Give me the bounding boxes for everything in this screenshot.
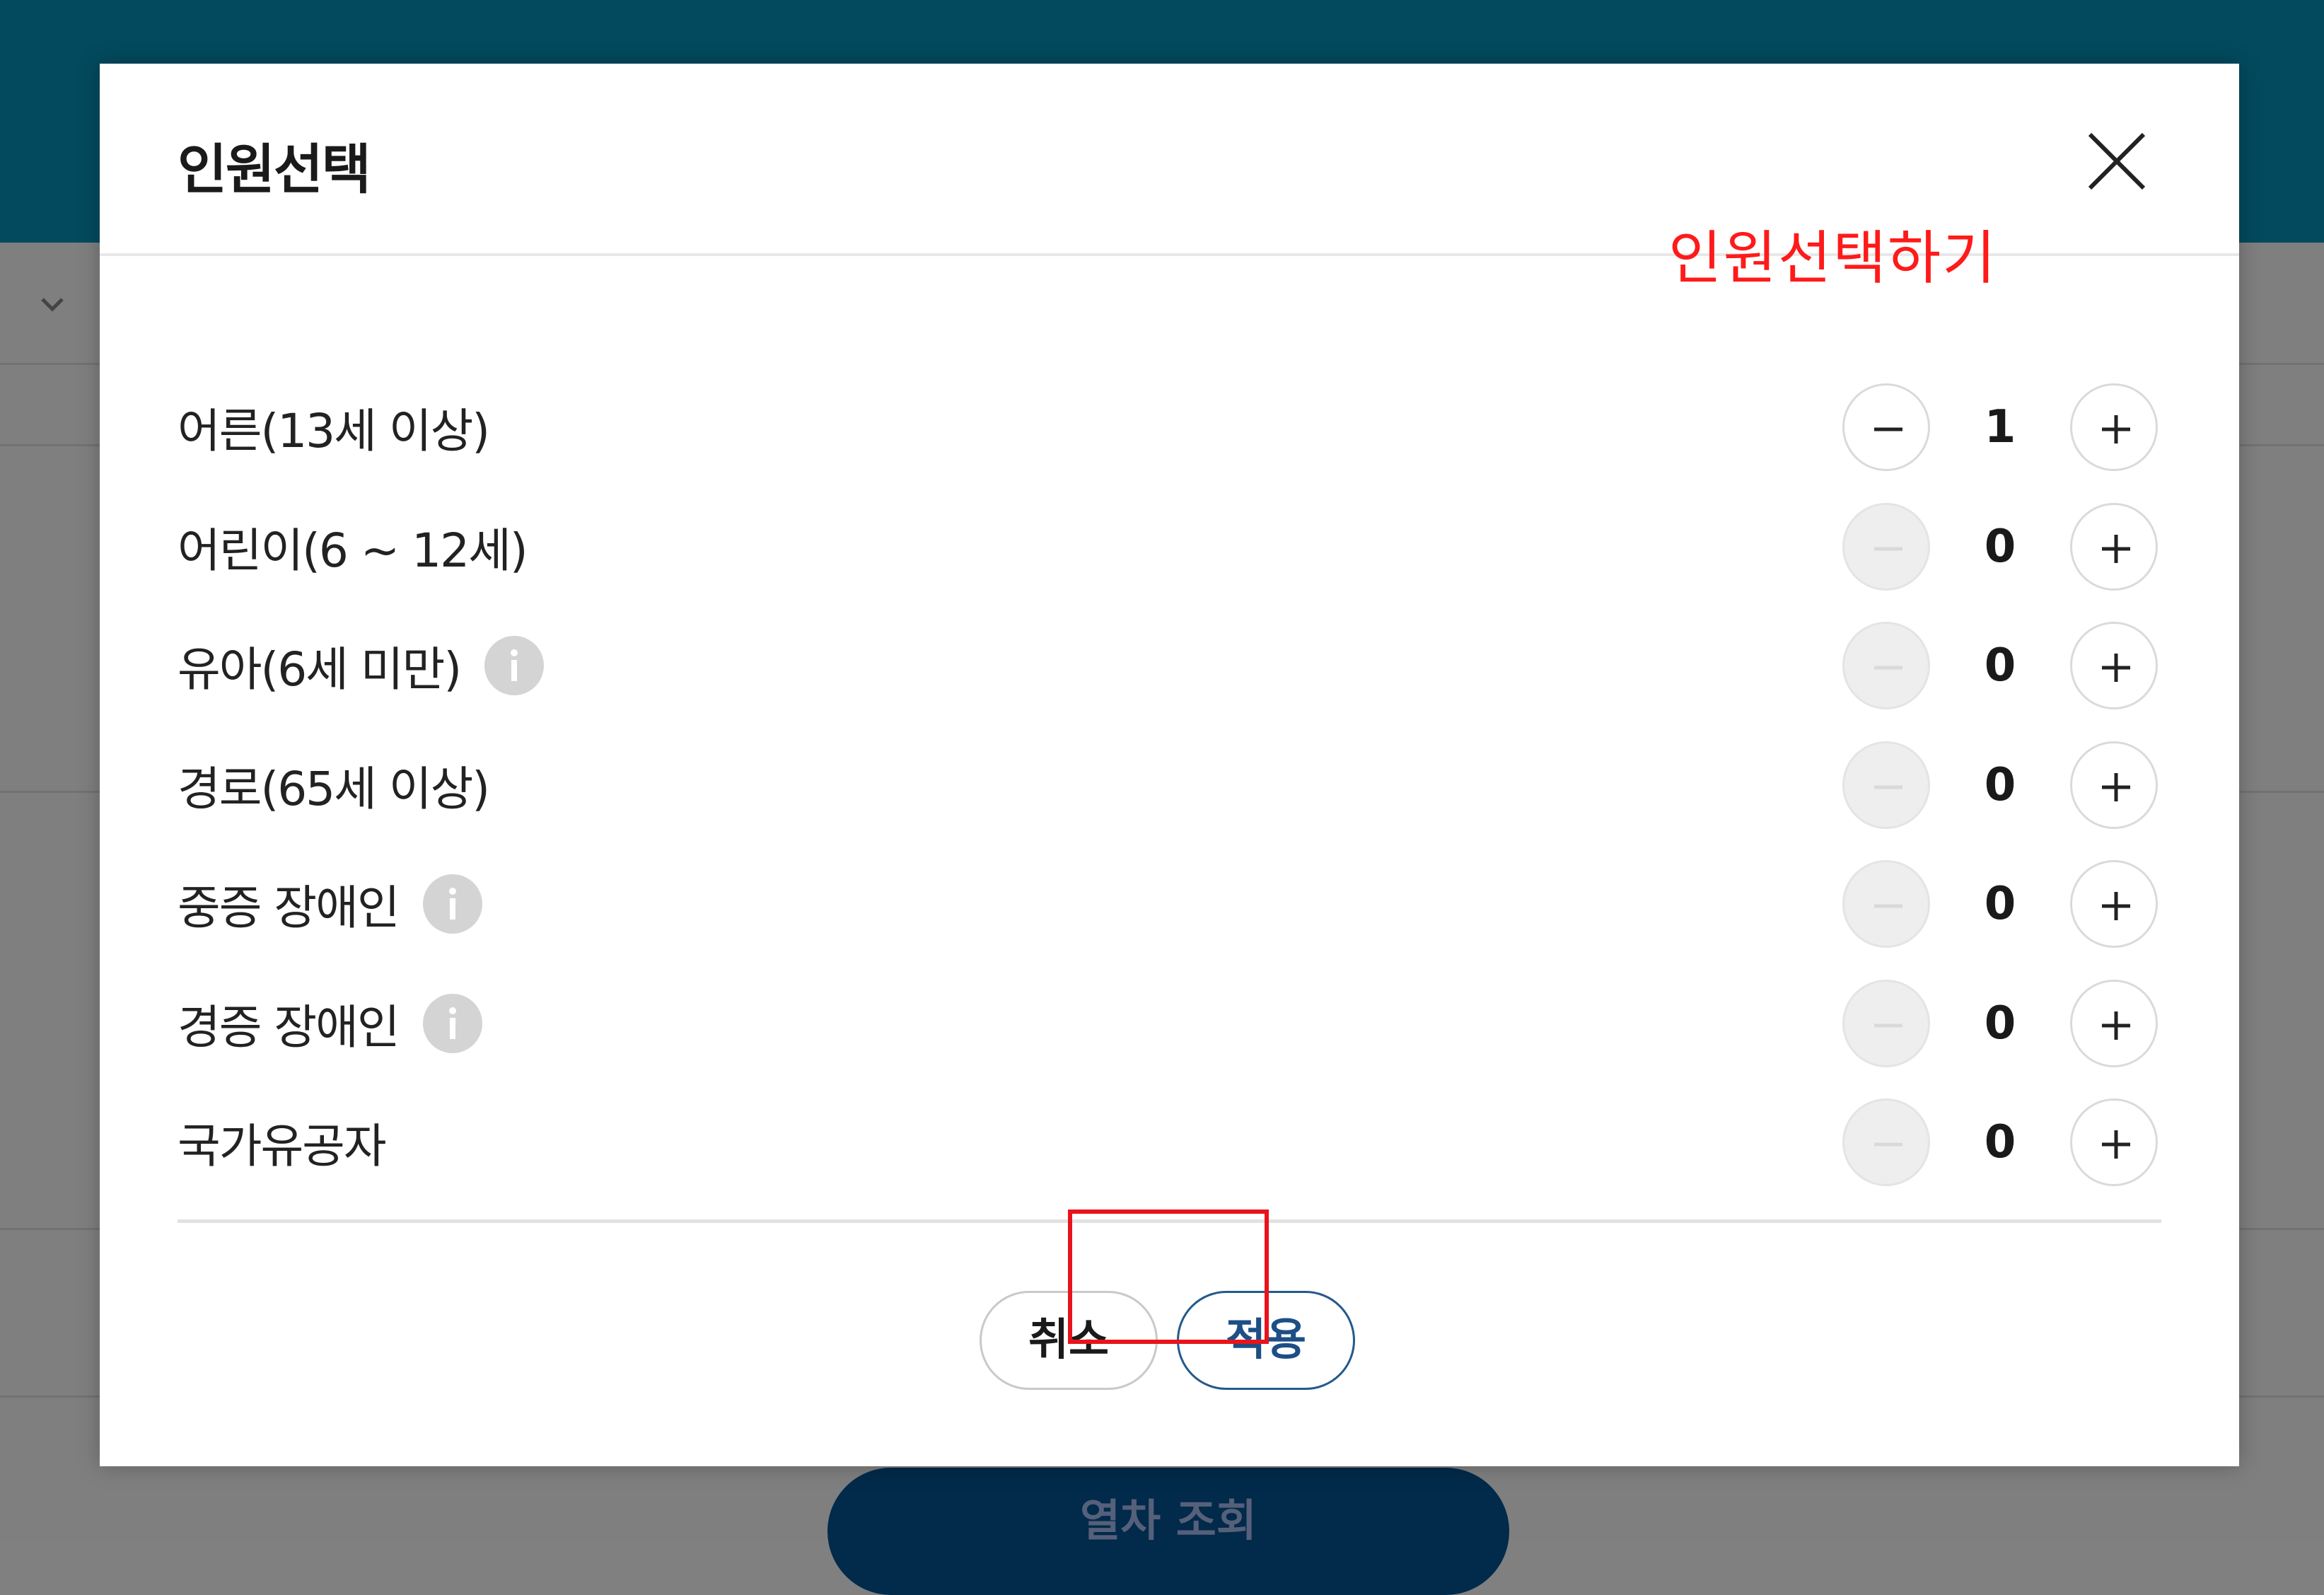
passenger-type-label: 유아(6세 미만): [178, 632, 545, 700]
passenger-count-stepper: 0: [1842, 1098, 2158, 1187]
decrease-button[interactable]: [1842, 860, 1930, 949]
passenger-type-label: 국가유공자: [178, 1108, 387, 1176]
passenger-count-value: 0: [1984, 997, 2016, 1050]
decrease-button[interactable]: [1842, 622, 1930, 710]
passenger-row: 국가유공자 0: [100, 1083, 2239, 1202]
passenger-row: 어른(13세 이상) 1: [100, 368, 2239, 487]
passenger-type-text: 경증 장애인: [178, 999, 400, 1055]
increase-button[interactable]: [2070, 741, 2158, 829]
passenger-row: 경로(65세 이상) 0: [100, 726, 2239, 845]
passenger-count-stepper: 0: [1842, 741, 2158, 829]
passenger-count-stepper: 0: [1842, 622, 2158, 710]
passenger-count-value: 0: [1984, 758, 2016, 811]
passenger-count-value: 0: [1984, 639, 2016, 692]
passenger-type-text: 유아(6세 미만): [178, 642, 462, 697]
decrease-button[interactable]: [1842, 979, 1930, 1067]
passenger-type-list: 어른(13세 이상) 1 어린이(6 ~ 12세) 0 유아(6세 미만) 0 …: [100, 368, 2239, 1202]
increase-button[interactable]: [2070, 502, 2158, 591]
increase-button[interactable]: [2070, 383, 2158, 472]
increase-button[interactable]: [2070, 979, 2158, 1067]
passenger-type-text: 경로(65세 이상): [178, 761, 490, 816]
passenger-row: 유아(6세 미만) 0: [100, 606, 2239, 726]
passenger-type-label: 어린이(6 ~ 12세): [178, 513, 528, 581]
train-search-button: 열차 조회: [827, 1468, 1509, 1595]
decrease-button[interactable]: [1842, 1098, 1930, 1187]
passenger-count-stepper: 1: [1842, 383, 2158, 472]
passenger-count-stepper: 0: [1842, 860, 2158, 949]
passenger-row: 어린이(6 ~ 12세) 0: [100, 487, 2239, 607]
info-icon[interactable]: [422, 874, 482, 934]
passenger-count-stepper: 0: [1842, 502, 2158, 591]
chevron-down-icon: [37, 289, 68, 320]
close-icon[interactable]: [2081, 126, 2152, 197]
passenger-type-label: 중증 장애인: [178, 870, 482, 938]
passenger-count-value: 0: [1984, 1116, 2016, 1169]
modal-title: 인원선택: [178, 138, 371, 201]
passenger-count-stepper: 0: [1842, 979, 2158, 1067]
passenger-count-value: 1: [1984, 401, 2016, 454]
apply-highlight-box: [1068, 1210, 1269, 1344]
passenger-type-label: 경로(65세 이상): [178, 751, 490, 819]
passenger-type-label: 경증 장애인: [178, 990, 482, 1057]
passenger-row: 경증 장애인 0: [100, 964, 2239, 1084]
passenger-type-label: 어른(13세 이상): [178, 393, 490, 461]
passenger-type-text: 중증 장애인: [178, 881, 400, 936]
increase-button[interactable]: [2070, 1098, 2158, 1187]
increase-button[interactable]: [2070, 622, 2158, 710]
passenger-count-value: 0: [1984, 520, 2016, 573]
decrease-button[interactable]: [1842, 383, 1930, 472]
passenger-count-value: 0: [1984, 878, 2016, 931]
annotation-label: 인원선택하기: [1668, 225, 1997, 292]
decrease-button[interactable]: [1842, 502, 1930, 591]
passenger-type-text: 국가유공자: [178, 1119, 387, 1174]
info-icon[interactable]: [484, 636, 545, 696]
info-icon[interactable]: [422, 993, 482, 1053]
passenger-row: 중증 장애인 0: [100, 845, 2239, 964]
passenger-type-text: 어른(13세 이상): [178, 404, 490, 459]
decrease-button[interactable]: [1842, 741, 1930, 829]
increase-button[interactable]: [2070, 860, 2158, 949]
passenger-type-text: 어린이(6 ~ 12세): [178, 523, 528, 578]
